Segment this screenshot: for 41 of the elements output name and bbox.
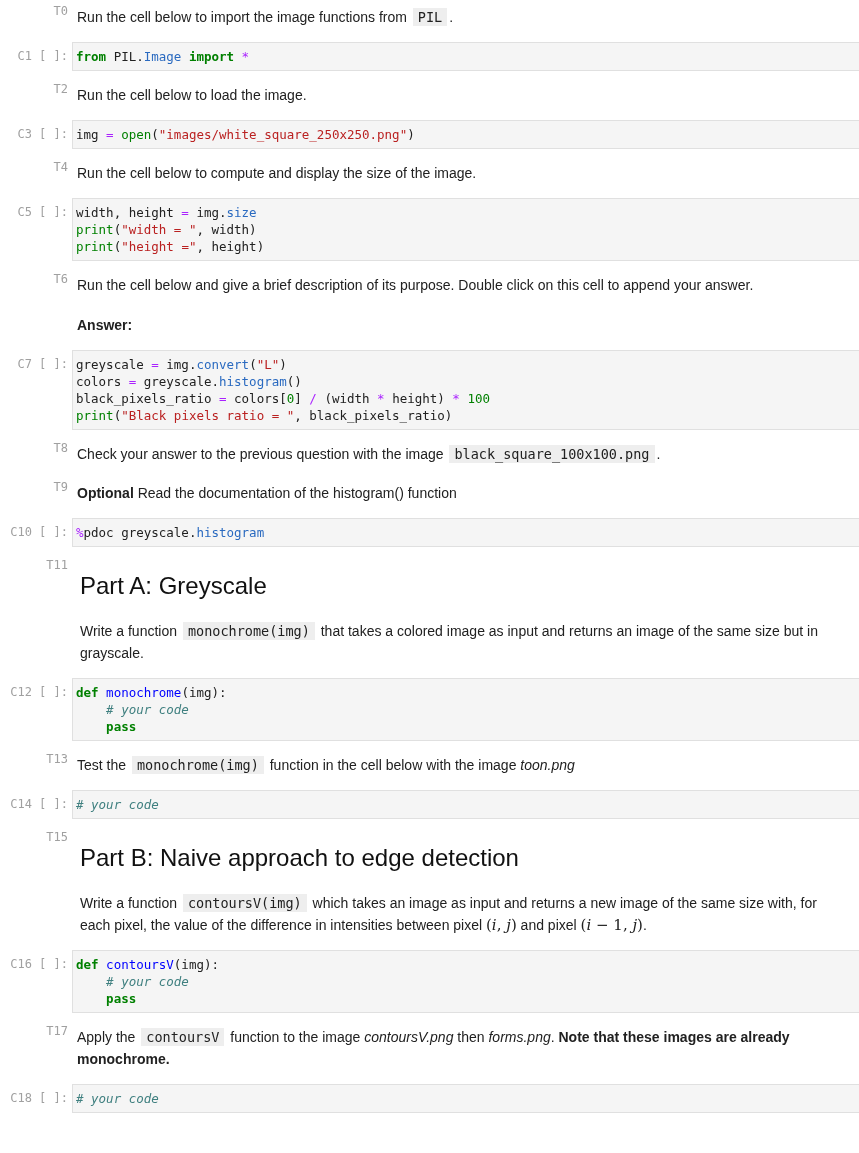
code-input[interactable]: def contoursV(img): # your code pass bbox=[72, 950, 859, 1013]
paragraph: Run the cell below to compute and display the size of the image. bbox=[77, 164, 478, 183]
section-heading: Part A: Greyscale bbox=[79, 571, 268, 601]
cell-prompt: C16 [ ]: bbox=[9, 956, 69, 971]
cell-label: T15 bbox=[45, 829, 69, 844]
paragraph: Run the cell below to import the image functions from PIL . bbox=[77, 7, 455, 28]
paragraph: Run the cell below and give a brief description of its purpose. Double click on this cell to append your answer. bbox=[77, 276, 755, 295]
paragraph: Optional Read the documentation of the histogram() function bbox=[77, 484, 458, 503]
cell-prompt: C5 [ ]: bbox=[16, 204, 69, 219]
cell-label: T9 bbox=[52, 479, 69, 494]
code-input[interactable]: %pdoc greyscale.histogram bbox=[72, 518, 859, 547]
code-input[interactable]: # your code bbox=[72, 1084, 859, 1113]
code-input[interactable]: greyscale = img.convert("L") colors = greyscale.histogram() black_pixels_ratio = colors[0] / (width * height) * 100 print("Black pixels ratio = ", black_pixels_ratio) bbox=[72, 350, 859, 430]
cell-label: T13 bbox=[45, 751, 69, 766]
cell-label: T4 bbox=[52, 159, 69, 174]
paragraph: Run the cell below to load the image. bbox=[77, 86, 308, 105]
cell-prompt: C1 [ ]: bbox=[16, 48, 69, 63]
paragraph: Test the monochrome(img) function in the cell below with the image toon.png bbox=[77, 755, 576, 776]
paragraph: Answer: bbox=[77, 316, 134, 335]
paragraph: Apply the contoursV function to the image contoursV.png then forms.png. Note that these images are already monochrome. bbox=[77, 1027, 791, 1069]
paragraph: Check your answer to the previous question with the image black_square_100x100.png . bbox=[77, 444, 662, 465]
code-input[interactable]: def monochrome(img): # your code pass bbox=[72, 678, 859, 741]
code-input[interactable]: img = open("images/white_square_250x250.png") bbox=[72, 120, 859, 149]
cell-prompt: C14 [ ]: bbox=[9, 796, 69, 811]
code-input[interactable]: from PIL.Image import * bbox=[72, 42, 859, 71]
cell-prompt: C3 [ ]: bbox=[16, 126, 69, 141]
cell-label: T17 bbox=[45, 1023, 69, 1038]
cell-prompt: C7 [ ]: bbox=[16, 356, 69, 371]
cell-label: T0 bbox=[52, 3, 69, 18]
cell-prompt: C12 [ ]: bbox=[9, 684, 69, 699]
section-heading: Part B: Naive approach to edge detection bbox=[79, 843, 520, 873]
paragraph: Write a function contoursV(img) which takes an image as input and returns a new image of the same size with, for each pixel, the value of the difference in intensities between pixel (i, j) and pixel (i − 1, j). bbox=[79, 893, 818, 936]
code-input[interactable]: # your code bbox=[72, 790, 859, 819]
code-input[interactable]: width, height = img.size print("width = ", width) print("height =", height) bbox=[72, 198, 859, 261]
paragraph: Write a function monochrome(img) that takes a colored image as input and returns an image of the same size but in grayscale. bbox=[79, 621, 819, 663]
cell-prompt: C18 [ ]: bbox=[9, 1090, 69, 1105]
cell-label: T6 bbox=[52, 271, 69, 286]
cell-label: T8 bbox=[52, 440, 69, 455]
cell-prompt: C10 [ ]: bbox=[9, 524, 69, 539]
cell-label: T11 bbox=[45, 557, 69, 572]
cell-label: T2 bbox=[52, 81, 69, 96]
